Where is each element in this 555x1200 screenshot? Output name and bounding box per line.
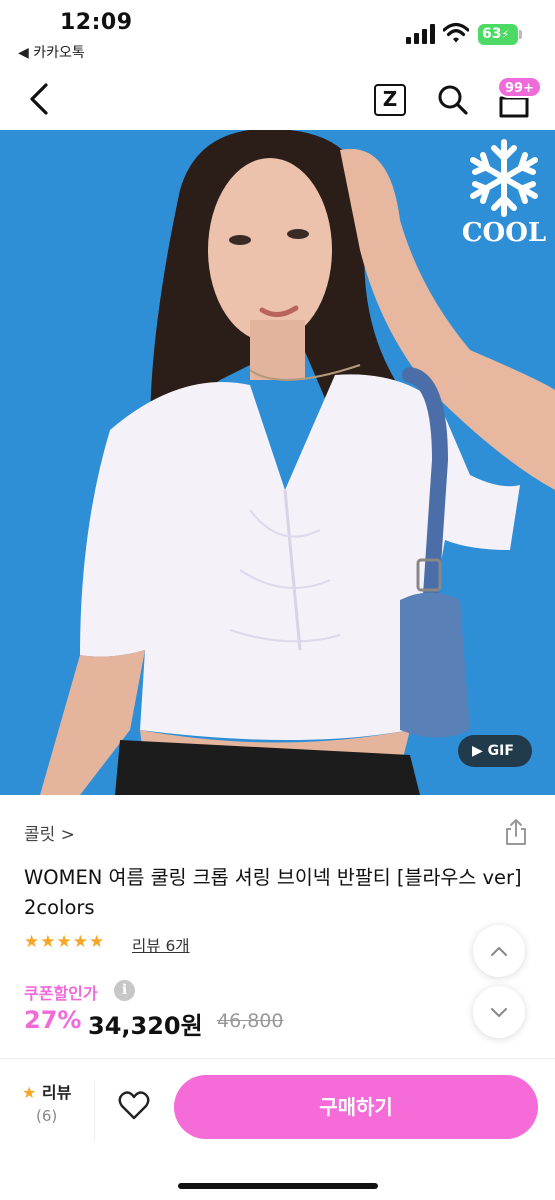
battery-indicator: 63⚡ [478,24,518,45]
cellular-signal-icon [406,24,435,44]
status-time: 12:09 [60,10,133,35]
chevron-up-icon [491,947,507,956]
star-icon: ★ [22,1083,37,1102]
top-navigation: Z 99+ [0,68,555,130]
wifi-icon [443,22,469,43]
heart-icon[interactable] [118,1091,150,1121]
search-icon[interactable] [437,84,469,116]
zigzag-z-button[interactable]: Z [374,84,406,116]
bottom-review-button[interactable]: ★ 리뷰 [22,1079,71,1103]
cool-label: COOL [461,218,547,248]
chevron-down-icon [491,1008,507,1017]
battery-tip [519,30,522,39]
sale-price: 34,320원 [88,1012,203,1040]
brand-link[interactable]: 콜릿 > [24,820,75,845]
bottom-action-bar: ★ 리뷰 (6) 구매하기 [0,1058,555,1200]
bottom-review-count: (6) [36,1107,58,1125]
coupon-price-label: 쿠폰할인가 [24,984,98,1003]
original-price: 46,800 [217,1010,284,1032]
share-icon[interactable] [504,818,528,846]
snowflake-icon [470,139,538,217]
status-bar: 12:09 ◀ 카카오톡 63⚡ [0,0,555,68]
home-indicator [178,1183,378,1189]
back-to-app-link[interactable]: ◀ 카카오톡 [18,42,85,62]
gif-play-button[interactable]: ▶ GIF [458,735,532,767]
product-image[interactable]: COOL ▶ GIF [0,130,555,795]
bottom-divider [94,1081,95,1141]
product-title: WOMEN 여름 쿨링 크롭 셔링 브이넥 반팔티 [블라우스 ver] 2co… [24,866,522,919]
charging-icon: ⚡ [501,28,510,41]
scroll-down-button[interactable] [473,986,525,1038]
review-count-link[interactable]: 리뷰 6개 [132,934,190,956]
back-arrow-icon[interactable] [24,82,54,116]
cool-badge: COOL [459,136,549,248]
cart-count-badge: 99+ [497,76,542,98]
rating-stars: ★★★★★ [24,932,106,952]
bottom-review-label: 리뷰 [41,1083,72,1102]
scroll-up-button[interactable] [473,925,525,977]
discount-rate: 27% [24,1006,82,1034]
info-icon[interactable]: i [114,980,135,1001]
battery-level: 63 [482,26,502,42]
buy-button[interactable]: 구매하기 [174,1075,538,1139]
